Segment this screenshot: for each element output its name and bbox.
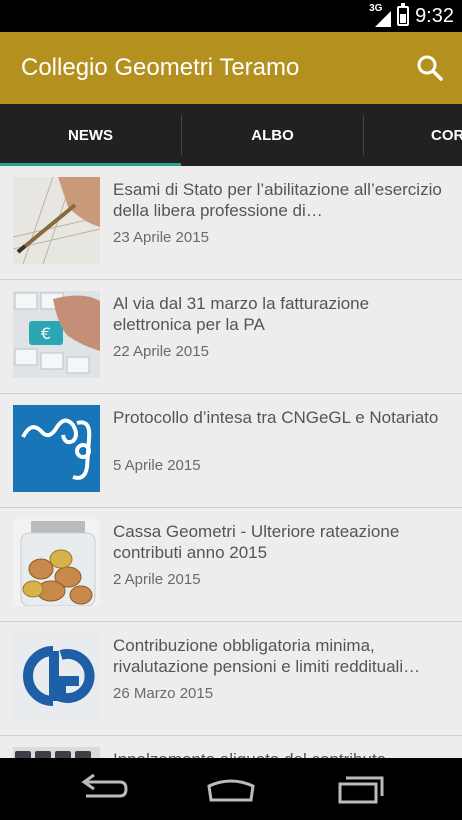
news-date: 2 Aprile 2015: [113, 571, 201, 588]
tab-cor[interactable]: COR: [364, 104, 462, 166]
news-title: Innalzamento aliquota del contributo: [113, 749, 443, 758]
news-thumbnail: [13, 177, 100, 264]
tab-albo[interactable]: ALBO: [182, 104, 363, 166]
app-title: Collegio Geometri Teramo: [21, 54, 300, 81]
signal-icon: 3G: [369, 3, 392, 27]
news-title: Esami di Stato per l’abilitazione all’es…: [113, 180, 442, 220]
search-button[interactable]: [416, 54, 444, 82]
news-title: Cassa Geometri - Ulteriore rateazione co…: [113, 522, 400, 562]
news-thumbnail: [13, 405, 100, 492]
battery-icon: [397, 3, 410, 26]
news-item[interactable]: Esami di Stato per l’abilitazione all’es…: [0, 166, 462, 280]
status-bar: 3G 9:32: [0, 0, 462, 32]
action-bar: Collegio Geometri Teramo: [0, 32, 462, 104]
news-thumbnail: [13, 519, 100, 606]
recents-icon: [338, 776, 384, 804]
home-icon: [207, 779, 255, 802]
back-button[interactable]: [72, 772, 132, 806]
news-title: Al via dal 31 marzo la fatturazione elet…: [113, 294, 370, 334]
news-item[interactable]: € Al via dal 31 marzo la fatturazione el…: [0, 280, 462, 394]
news-list: Esami di Stato per l’abilitazione all’es…: [0, 166, 462, 758]
news-date: 5 Aprile 2015: [113, 457, 201, 474]
back-icon: [81, 773, 128, 798]
tab-news[interactable]: NEWS: [0, 104, 181, 166]
tab-bar: NEWS ALBO COR: [0, 104, 462, 166]
news-date: 26 Marzo 2015: [113, 685, 214, 702]
navigation-bar: [0, 758, 462, 820]
status-time: 9:32: [415, 4, 454, 27]
svg-text:€: €: [41, 324, 51, 343]
news-thumbnail: €: [13, 291, 100, 378]
news-title: Protocollo d’intesa tra CNGeGL e Notaria…: [113, 408, 439, 427]
news-item[interactable]: Innalzamento aliquota del contributo: [0, 736, 462, 758]
news-title: Contribuzione obbligatoria minima, rival…: [113, 636, 421, 676]
recents-button[interactable]: [330, 772, 390, 806]
news-date: 22 Aprile 2015: [113, 343, 209, 360]
news-item[interactable]: Cassa Geometri - Ulteriore rateazione co…: [0, 508, 462, 622]
news-item[interactable]: Protocollo d’intesa tra CNGeGL e Notaria…: [0, 394, 462, 508]
news-date: 23 Aprile 2015: [113, 229, 209, 246]
home-button[interactable]: [201, 772, 261, 806]
news-thumbnail: [13, 633, 100, 720]
news-item[interactable]: Contribuzione obbligatoria minima, rival…: [0, 622, 462, 736]
search-icon: [417, 55, 443, 81]
news-thumbnail: [13, 747, 100, 758]
